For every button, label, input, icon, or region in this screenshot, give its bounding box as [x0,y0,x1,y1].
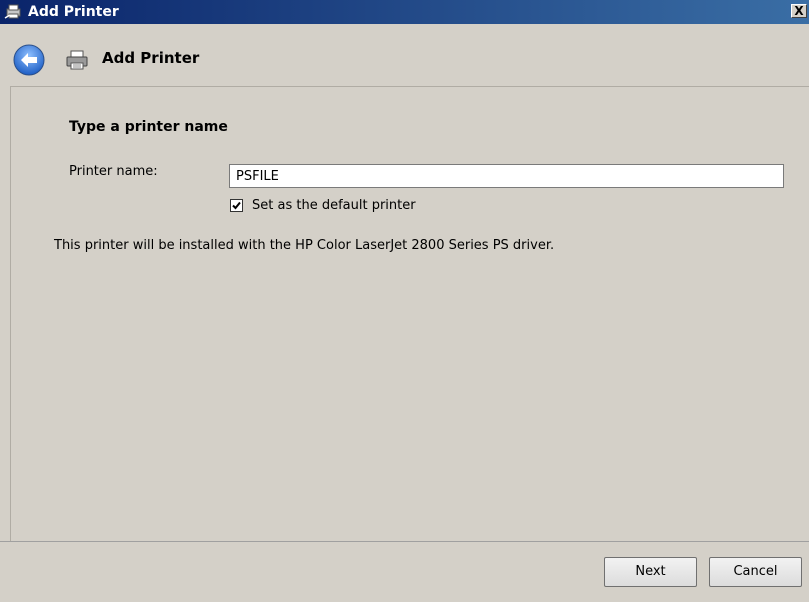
default-printer-label: Set as the default printer [252,198,416,213]
wizard-title: Add Printer [102,49,200,67]
add-printer-window: Add Printer X Add Printer Type a printer… [0,0,809,602]
page-heading: Type a printer name [69,119,228,135]
close-button[interactable]: X [791,4,807,18]
title-bar: Add Printer X [0,0,809,24]
default-printer-checkbox[interactable] [230,199,243,212]
printer-name-label: Printer name: [69,164,158,179]
printer-name-input[interactable] [229,164,784,188]
next-button[interactable]: Next [604,557,697,587]
driver-info-text: This printer will be installed with the … [54,238,555,253]
content-panel: Type a printer name Printer name: Set as… [10,86,809,541]
printer-icon [65,49,89,71]
cancel-button[interactable]: Cancel [709,557,802,587]
window-title: Add Printer [28,4,119,20]
wizard-header: Add Printer [0,24,809,86]
back-arrow-icon[interactable] [13,44,45,76]
printer-network-icon [4,4,24,20]
button-bar: Next Cancel [0,541,809,602]
default-printer-checkbox-row[interactable]: Set as the default printer [230,198,416,213]
